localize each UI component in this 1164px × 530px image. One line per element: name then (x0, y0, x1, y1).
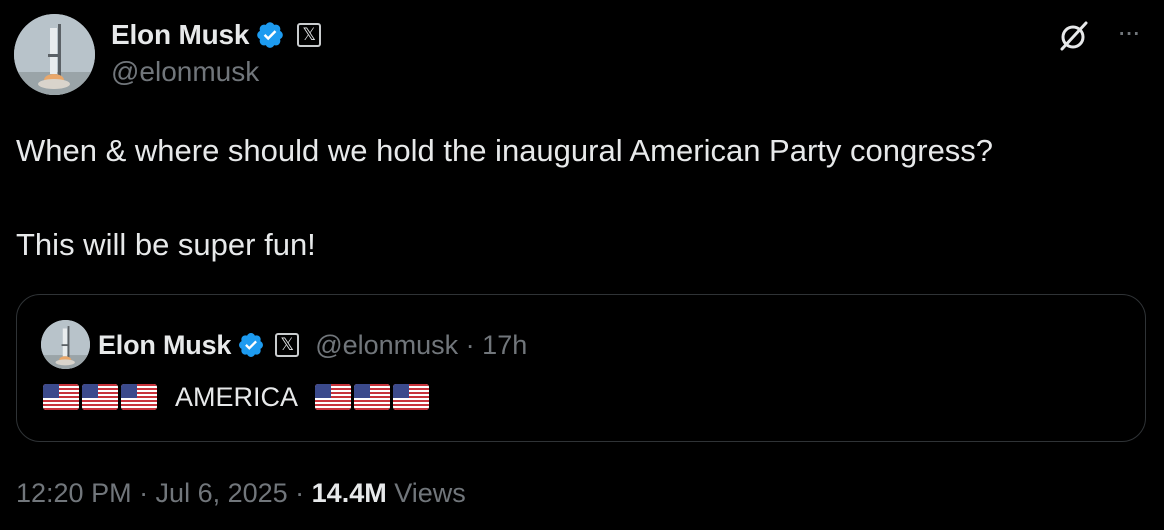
verified-badge-icon (239, 333, 264, 357)
author-name-row: Elon Musk 𝕏 (111, 16, 322, 54)
us-flag-icon (82, 384, 118, 410)
us-flag-icon (354, 384, 391, 410)
grok-icon[interactable] (1058, 18, 1090, 54)
tweet-text-line: When & where should we hold the inaugura… (16, 133, 994, 168)
author-avatar[interactable] (14, 14, 95, 95)
more-options-icon[interactable]: ··· (1110, 18, 1146, 46)
quoted-tweet-text: AMERICA (43, 379, 432, 415)
rocket-avatar-image (14, 14, 95, 95)
tweet-text-line: This will be super fun! (16, 227, 316, 262)
quoted-tweet[interactable]: Elon Musk 𝕏 @elonmusk · 17h AMERICA (16, 294, 1146, 442)
us-flag-icon (393, 384, 430, 410)
views-label: Views (386, 478, 466, 508)
tweet-timestamp[interactable]: 12:20 PM · Jul 6, 2025 · (16, 478, 312, 508)
tweet-footer: 12:20 PM · Jul 6, 2025 · 14.4M Views (16, 478, 466, 509)
author-handle[interactable]: @elonmusk (111, 56, 259, 88)
quoted-author-avatar[interactable] (41, 320, 90, 369)
tweet-text: When & where should we hold the inaugura… (16, 128, 1146, 268)
views-count: 14.4M (311, 478, 387, 508)
x-affiliate-icon: 𝕏 (275, 333, 300, 357)
us-flag-icon (315, 384, 352, 410)
x-affiliate-icon[interactable]: 𝕏 (297, 23, 322, 47)
tweet-card: Elon Musk 𝕏 @elonmusk ··· When & where s… (0, 0, 1164, 530)
us-flag-icon (121, 384, 157, 410)
quoted-author-row: Elon Musk 𝕏 @elonmusk · 17h (98, 325, 527, 365)
quoted-handle-time: @elonmusk · 17h (315, 329, 528, 360)
quoted-text: AMERICA (175, 381, 299, 412)
us-flag-icon (43, 384, 79, 410)
quoted-author-name[interactable]: Elon Musk (98, 330, 231, 361)
verified-badge-icon[interactable] (255, 20, 285, 50)
author-display-name[interactable]: Elon Musk (111, 19, 249, 51)
rocket-avatar-image (41, 320, 90, 369)
